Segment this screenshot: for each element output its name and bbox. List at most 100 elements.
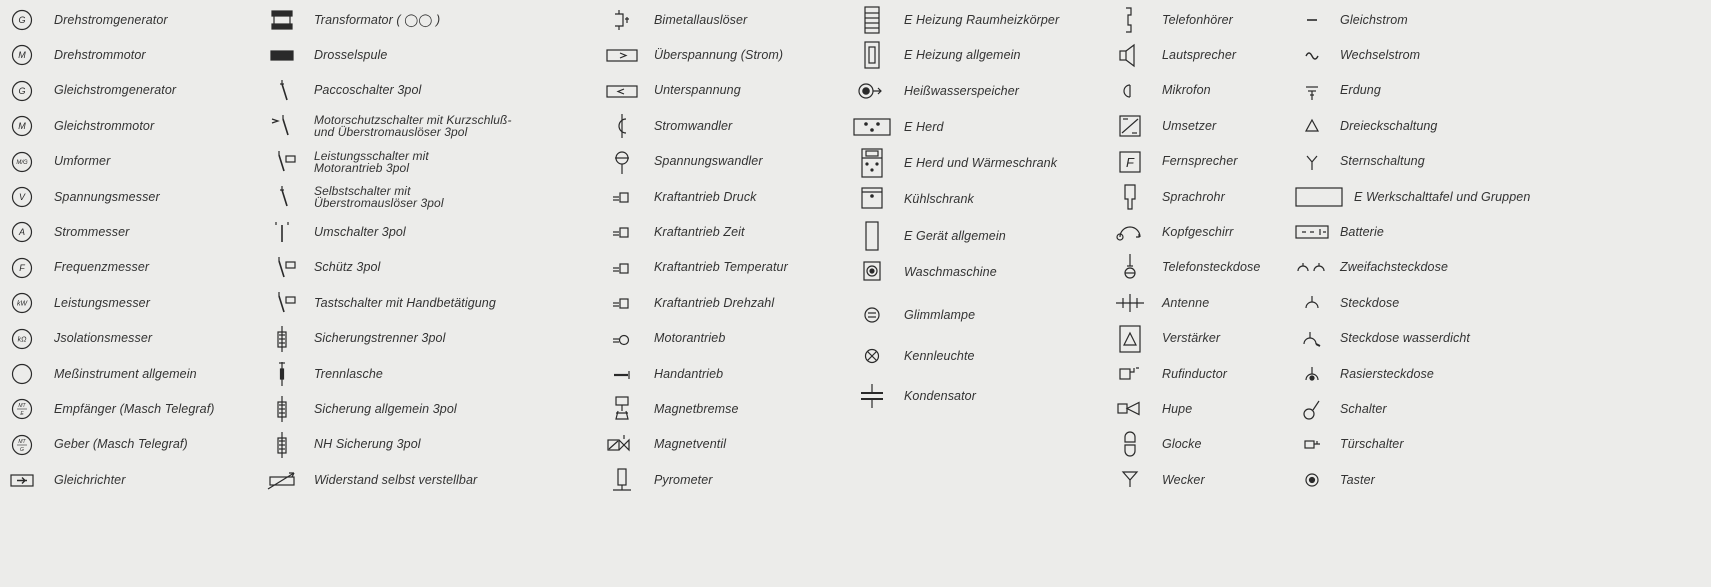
contactor-icon	[262, 253, 302, 283]
legend-item: Wecker	[1110, 465, 1290, 495]
legend-item-label: Gleichstromgenerator	[54, 83, 177, 98]
alternating-current-icon	[1292, 40, 1332, 70]
legend-item: Kühlschrank	[852, 184, 1108, 214]
svg-text:M/G: M/G	[16, 160, 28, 166]
wattmeter-icon: kW	[2, 288, 42, 318]
drive-temperature-icon	[602, 253, 642, 283]
legend-column-1: G Drehstromgenerator M Drehstrommotor G Gleic…	[2, 0, 260, 587]
earth-icon	[1292, 76, 1332, 106]
legend-item: Sprachrohr	[1110, 182, 1290, 212]
svg-text:MT: MT	[18, 439, 26, 445]
converter-icon: M/G	[2, 147, 42, 177]
legend-item: Unterspannung	[602, 76, 850, 106]
legend-item: Kraftantrieb Zeit	[602, 217, 850, 247]
legend-item: MT G Geber (Masch Telegraf)	[2, 430, 260, 460]
legend-item: Sicherung allgemein 3pol	[262, 394, 600, 424]
legend-item: Gleichstrom	[1292, 5, 1711, 35]
legend-item: A Strommesser	[2, 217, 260, 247]
legend-item-label: Wechselstrom	[1340, 47, 1421, 62]
legend-item-label: Selbstschalter mit Überstromauslöser 3po…	[314, 184, 444, 210]
telephone-receiver-icon	[1110, 5, 1150, 35]
legend-item: Erdung	[1292, 76, 1711, 106]
microphone-icon	[1110, 76, 1150, 106]
legend-item: Rasiersteckdose	[1292, 359, 1711, 389]
legend-item-label: Stromwandler	[654, 118, 733, 133]
svg-text:F: F	[1126, 155, 1135, 170]
legend-item-label: Jsolationsmesser	[54, 331, 153, 346]
bell-icon	[1110, 430, 1150, 460]
telephone-icon: F	[1110, 147, 1150, 177]
legend-item-label: Sprachrohr	[1162, 189, 1225, 204]
legend-item-label: Türschalter	[1340, 437, 1404, 452]
legend-item: Glimmlampe	[852, 300, 1108, 330]
legend-item: F Fernsprecher	[1110, 147, 1290, 177]
buzzer-icon	[1110, 465, 1150, 495]
legend-item-label: Widerstand selbst verstellbar	[314, 472, 478, 487]
legend-item-label: Steckdose wasserdicht	[1340, 331, 1470, 346]
star-connection-icon	[1292, 147, 1332, 177]
legend-item-label: Steckdose	[1340, 295, 1400, 310]
legend-item: Wechselstrom	[1292, 40, 1711, 70]
legend-item: Telefonsteckdose	[1110, 253, 1290, 283]
legend-item: M Gleichstrommotor	[2, 111, 260, 141]
variable-resistor-icon	[262, 465, 302, 495]
legend-item: Motorschutzschalter mit Kurzschluß- und …	[262, 111, 600, 141]
legend-item-label: Sternschaltung	[1340, 154, 1425, 169]
legend-item: Umschalter 3pol	[262, 217, 600, 247]
legend-item-label: Kraftantrieb Drehzahl	[654, 295, 775, 310]
legend-item: Sicherungstrenner 3pol	[262, 324, 600, 354]
horn-icon	[1110, 394, 1150, 424]
legend-item: Steckdose wasserdicht	[1292, 324, 1711, 354]
legend-item-label: Wecker	[1162, 472, 1205, 487]
nh-fuse-icon	[262, 430, 302, 460]
legend-item: Telefonhörer	[1110, 5, 1290, 35]
legend-item-label: Drosselspule	[314, 47, 388, 62]
telephone-socket-icon	[1110, 253, 1150, 283]
legend-item: E Herd	[852, 112, 1108, 142]
legend-item: Kraftantrieb Drehzahl	[602, 288, 850, 318]
current-transformer-icon	[602, 111, 642, 141]
legend-item: Schütz 3pol	[262, 253, 600, 283]
legend-column-4: E Heizung Raumheizkörper E Heizung allgem…	[852, 0, 1108, 587]
legend-item-label: Spannungswandler	[654, 154, 763, 169]
legend-item: E Werkschalttafel und Gruppen	[1292, 182, 1711, 212]
legend-item-label: Sicherung allgemein 3pol	[314, 401, 457, 416]
legend-item: Kondensator	[852, 381, 1108, 411]
legend-item: M Drehstrommotor	[2, 40, 260, 70]
legend-item-label: E Gerät allgemein	[904, 228, 1006, 243]
legend-item: Transformator ( ◯◯ )	[262, 5, 600, 35]
legend-item: Dreieckschaltung	[1292, 111, 1711, 141]
g-dc-generator-icon: G	[2, 76, 42, 106]
legend-item-label: Paccoschalter 3pol	[314, 83, 422, 98]
legend-item-label: Tastschalter mit Handbetätigung	[314, 295, 496, 310]
legend-item: Schalter	[1292, 394, 1711, 424]
delta-connection-icon	[1292, 111, 1332, 141]
m-3phase-motor-icon: M	[2, 40, 42, 70]
legend-item-label: Lautsprecher	[1162, 47, 1237, 62]
shaver-socket-icon	[1292, 359, 1332, 389]
capacitor-icon	[852, 381, 892, 411]
legend-column-2: Transformator ( ◯◯ ) Drosselspule Paccosch…	[262, 0, 600, 587]
legend-item-label: E Herd	[904, 119, 944, 134]
legend-item-label: Rasiersteckdose	[1340, 366, 1434, 381]
svg-text:M: M	[18, 121, 26, 131]
legend-item: Bimetallauslöser	[602, 5, 850, 35]
legend-item-label: Meßinstrument allgemein	[54, 366, 197, 381]
transformer-icon	[262, 5, 302, 35]
legend-item: G Gleichstromgenerator	[2, 76, 260, 106]
legend-item: Magnetventil	[602, 430, 850, 460]
legend-item-label: Leistungsmesser	[54, 295, 150, 310]
legend-item: Taster	[1292, 465, 1711, 495]
legend-item-label: Umsetzer	[1162, 118, 1217, 133]
legend-item-label: Geber (Masch Telegraf)	[54, 437, 188, 452]
legend-item-label: Schütz 3pol	[314, 260, 381, 275]
frequency-meter-icon: F	[2, 253, 42, 283]
headset-icon	[1110, 217, 1150, 247]
indicator-light-icon	[852, 341, 892, 371]
legend-item-label: Kraftantrieb Temperatur	[654, 260, 788, 275]
legend-item: Paccoschalter 3pol	[262, 76, 600, 106]
svg-text:G: G	[18, 86, 25, 96]
legend-column-3: Bimetallauslöser Überspannung (Strom) Unte…	[602, 0, 850, 587]
legend-item: Selbstschalter mit Überstromauslöser 3po…	[262, 182, 600, 212]
legend-item-label: Unterspannung	[654, 83, 741, 98]
